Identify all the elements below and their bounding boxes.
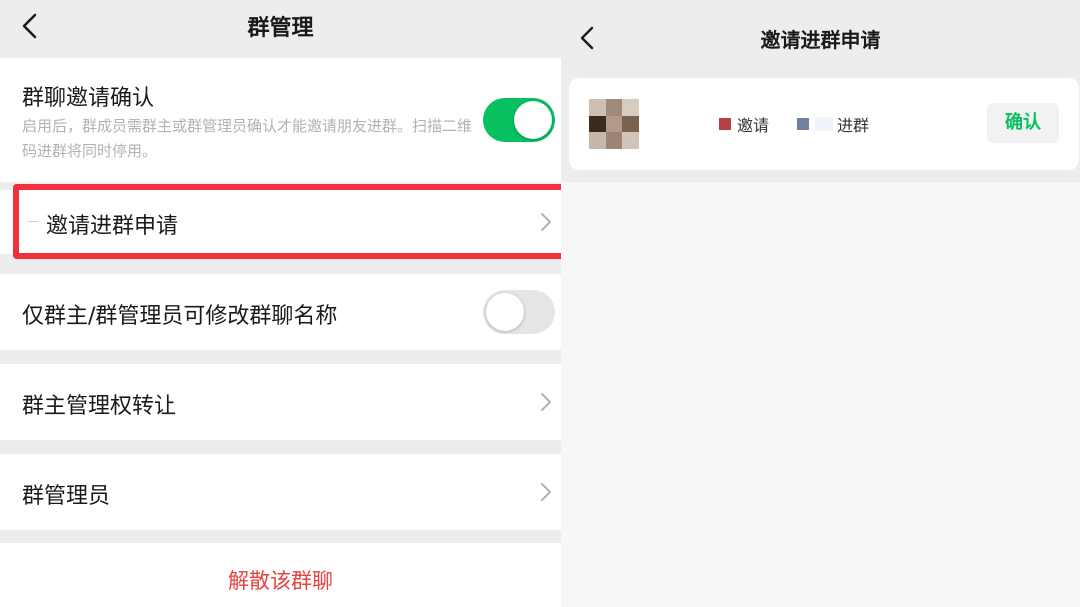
transfer-owner-label: 群主管理权转让 [22,394,177,419]
admins-row[interactable]: 群管理员 [0,454,561,530]
blurred-avatar [589,99,639,149]
transfer-owner-row[interactable]: 群主管理权转让 [0,364,561,440]
group-management-screen: 群管理 群聊邀请确认 启用后，群成员需群主或群管理员确认才能邀请朋友进群。扫描二… [0,0,573,607]
invite-requests-screen: 邀请进群申请 邀请 进群 确认 [561,0,1080,607]
inviter-name-redacted [719,118,731,130]
highlight-box [13,184,573,259]
redacted-mark [815,117,834,131]
admins-label: 群管理员 [22,484,111,509]
join-text: 进群 [837,116,870,135]
request-description: 邀请 进群 [719,112,869,136]
right-chevron-icon [541,483,551,501]
invite-confirm-card: 群聊邀请确认 启用后，群成员需群主或群管理员确认才能邀请朋友进群。扫描二维码进群… [0,58,561,182]
invite-confirm-description: 启用后，群成员需群主或群管理员确认才能邀请朋友进群。扫描二维码进群将同时停用。 [22,117,473,160]
nav-bar: 邀请进群申请 [561,0,1080,70]
rename-restrict-row: 仅群主/群管理员可修改群聊名称 [0,274,561,350]
dismiss-group-button[interactable]: 解散该群聊 [0,543,561,607]
page-title: 邀请进群申请 [760,28,881,52]
invite-confirm-toggle[interactable] [483,98,555,142]
page-title: 群管理 [247,16,314,41]
rename-restrict-toggle[interactable] [483,290,555,334]
invite-confirm-label: 群聊邀请确认 [22,86,155,111]
confirm-button[interactable]: 确认 [987,103,1059,143]
invitee-name-redacted [797,118,810,130]
nav-bar: 群管理 [0,0,561,56]
request-item: 邀请 进群 确认 [569,78,1079,170]
invite-text: 邀请 [737,116,770,135]
rename-restrict-label: 仅群主/群管理员可修改群聊名称 [22,304,338,329]
right-chevron-icon [541,393,551,411]
